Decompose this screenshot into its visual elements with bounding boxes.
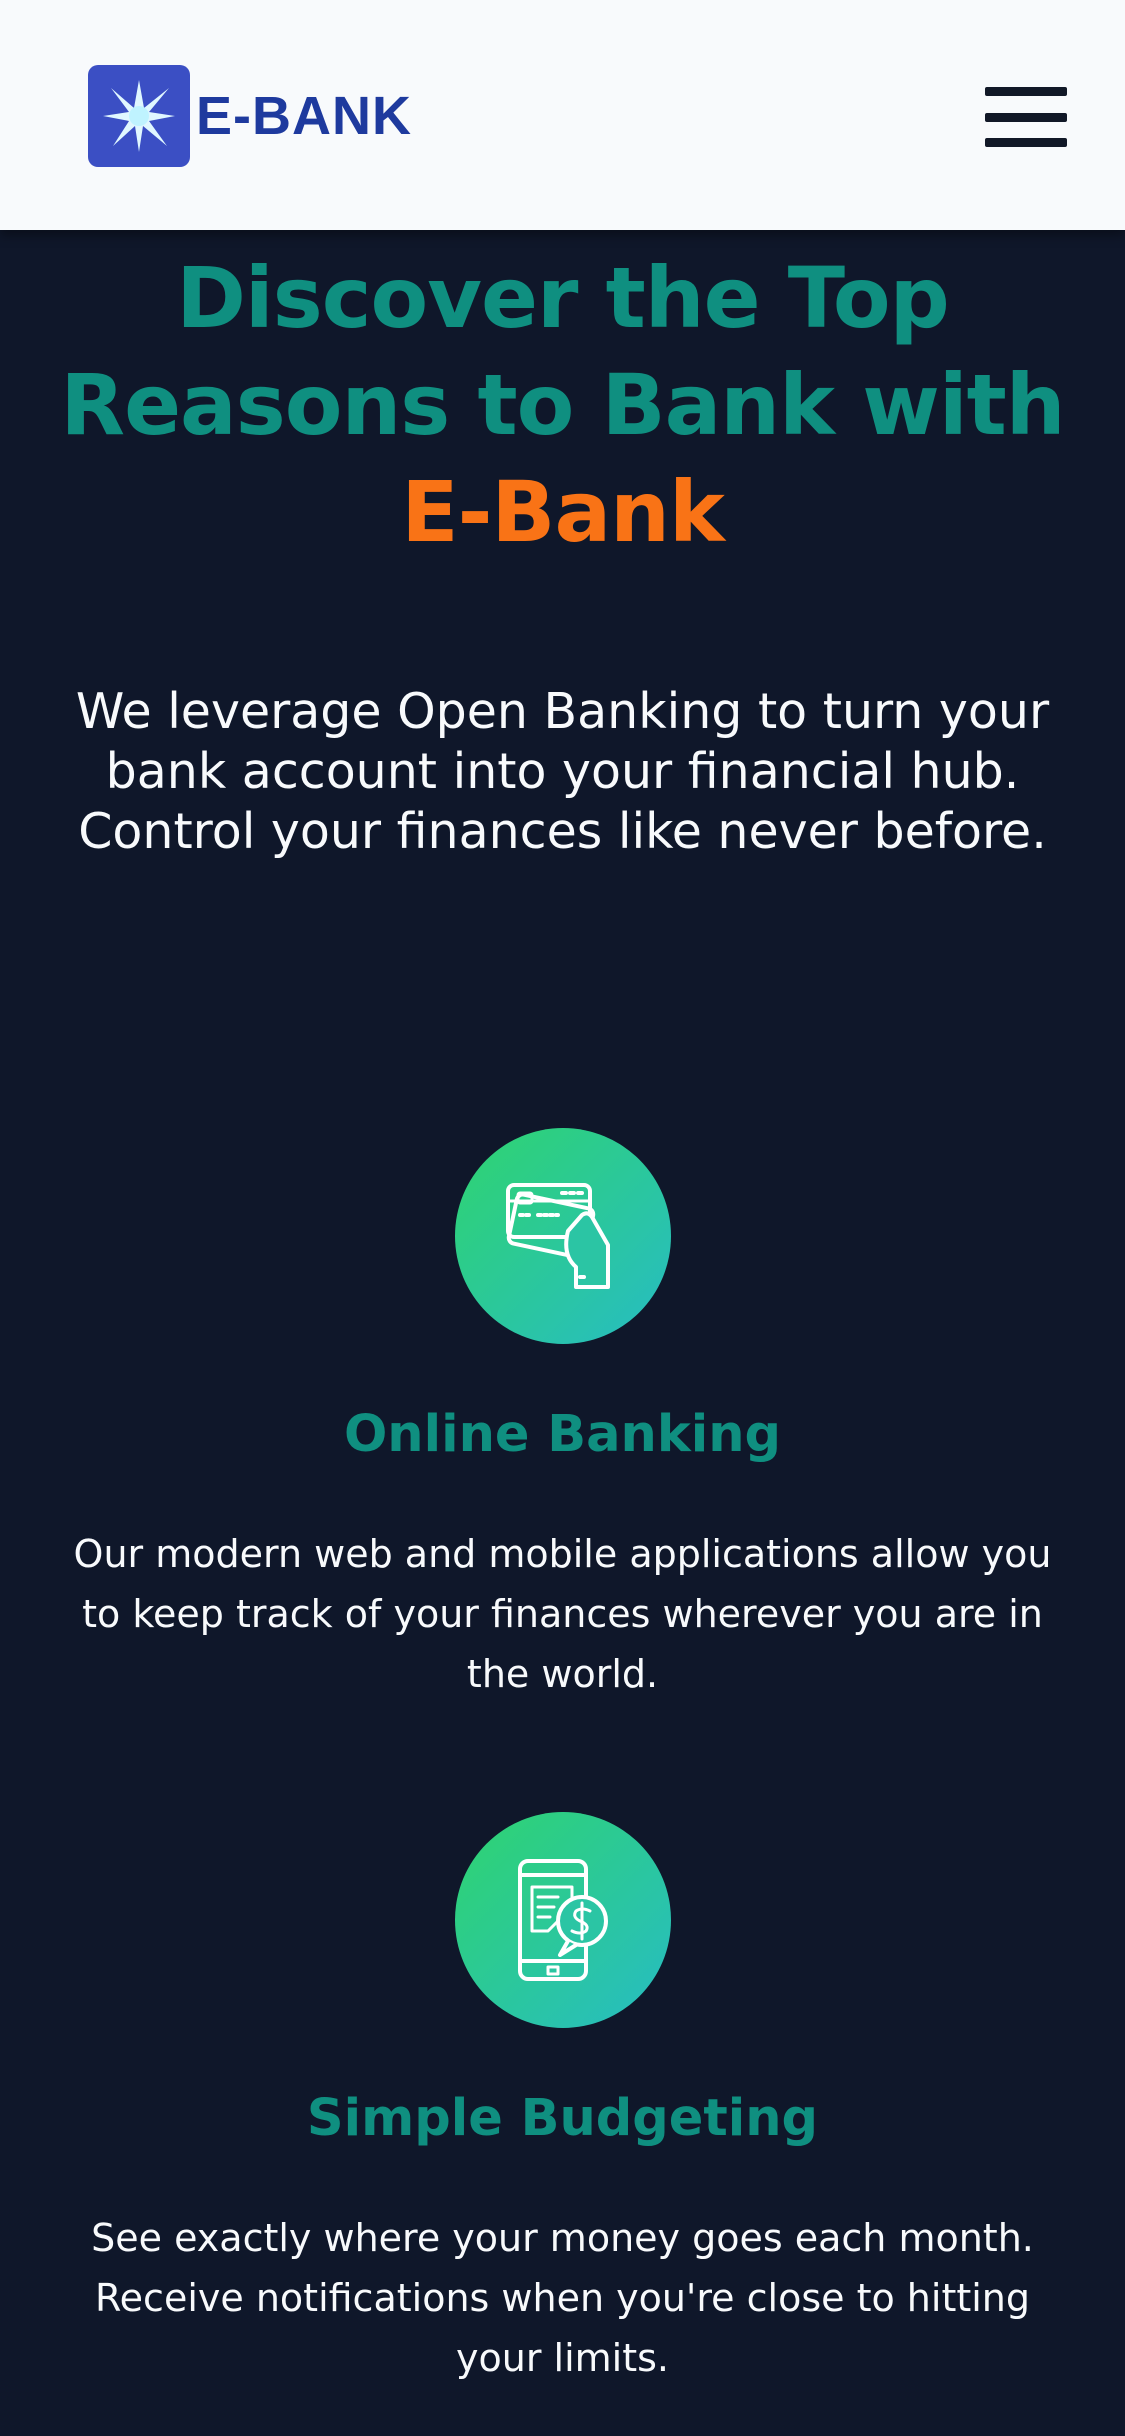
hero-text-line2: bank account into your financial hub. — [105, 743, 1020, 800]
hero-text-line1: We leverage Open Banking to turn your — [75, 683, 1050, 740]
feature-text-line: See exactly where your money goes each m… — [91, 2216, 1034, 2260]
hero-text-line3: Control your finances like never before. — [78, 803, 1047, 860]
hero-title: Discover the Top Reasons to Bank with E-… — [0, 245, 1125, 566]
feature-text-line: Receive notifications when you're close … — [94, 2276, 1031, 2320]
site-header: E-BANK — [0, 0, 1125, 230]
hero-title-brand: E-Bank — [401, 463, 725, 561]
feature-text-simple-budgeting: See exactly where your money goes each m… — [55, 2208, 1070, 2388]
logo-text: E-BANK — [196, 86, 412, 146]
feature-text-line: to keep track of your finances wherever … — [82, 1592, 1043, 1636]
feature-text-line: your limits. — [456, 2336, 669, 2380]
menu-bar — [985, 138, 1067, 147]
feature-text-line: Our modern web and mobile applications a… — [73, 1532, 1052, 1576]
hamburger-menu-icon[interactable] — [985, 87, 1067, 147]
hero-title-line1: Discover the Top — [176, 249, 950, 347]
card-in-hand-icon — [455, 1128, 671, 1344]
hero-title-line2: Reasons to Bank with — [60, 356, 1065, 454]
starburst-logo-icon — [88, 65, 190, 167]
feature-title-simple-budgeting: Simple Budgeting — [306, 2089, 819, 2148]
hero-description: We leverage Open Banking to turn your ba… — [40, 682, 1085, 862]
feature-text-line: the world. — [466, 1652, 659, 1696]
page: E-BANK Discover the Top Reasons to Bank … — [0, 0, 1125, 2436]
phone-dollar-icon — [455, 1812, 671, 2028]
feature-title-online-banking: Online Banking — [343, 1405, 782, 1464]
menu-bar — [985, 87, 1067, 96]
logo[interactable]: E-BANK — [88, 65, 412, 167]
feature-text-online-banking: Our modern web and mobile applications a… — [55, 1524, 1070, 1704]
menu-bar — [985, 112, 1067, 122]
